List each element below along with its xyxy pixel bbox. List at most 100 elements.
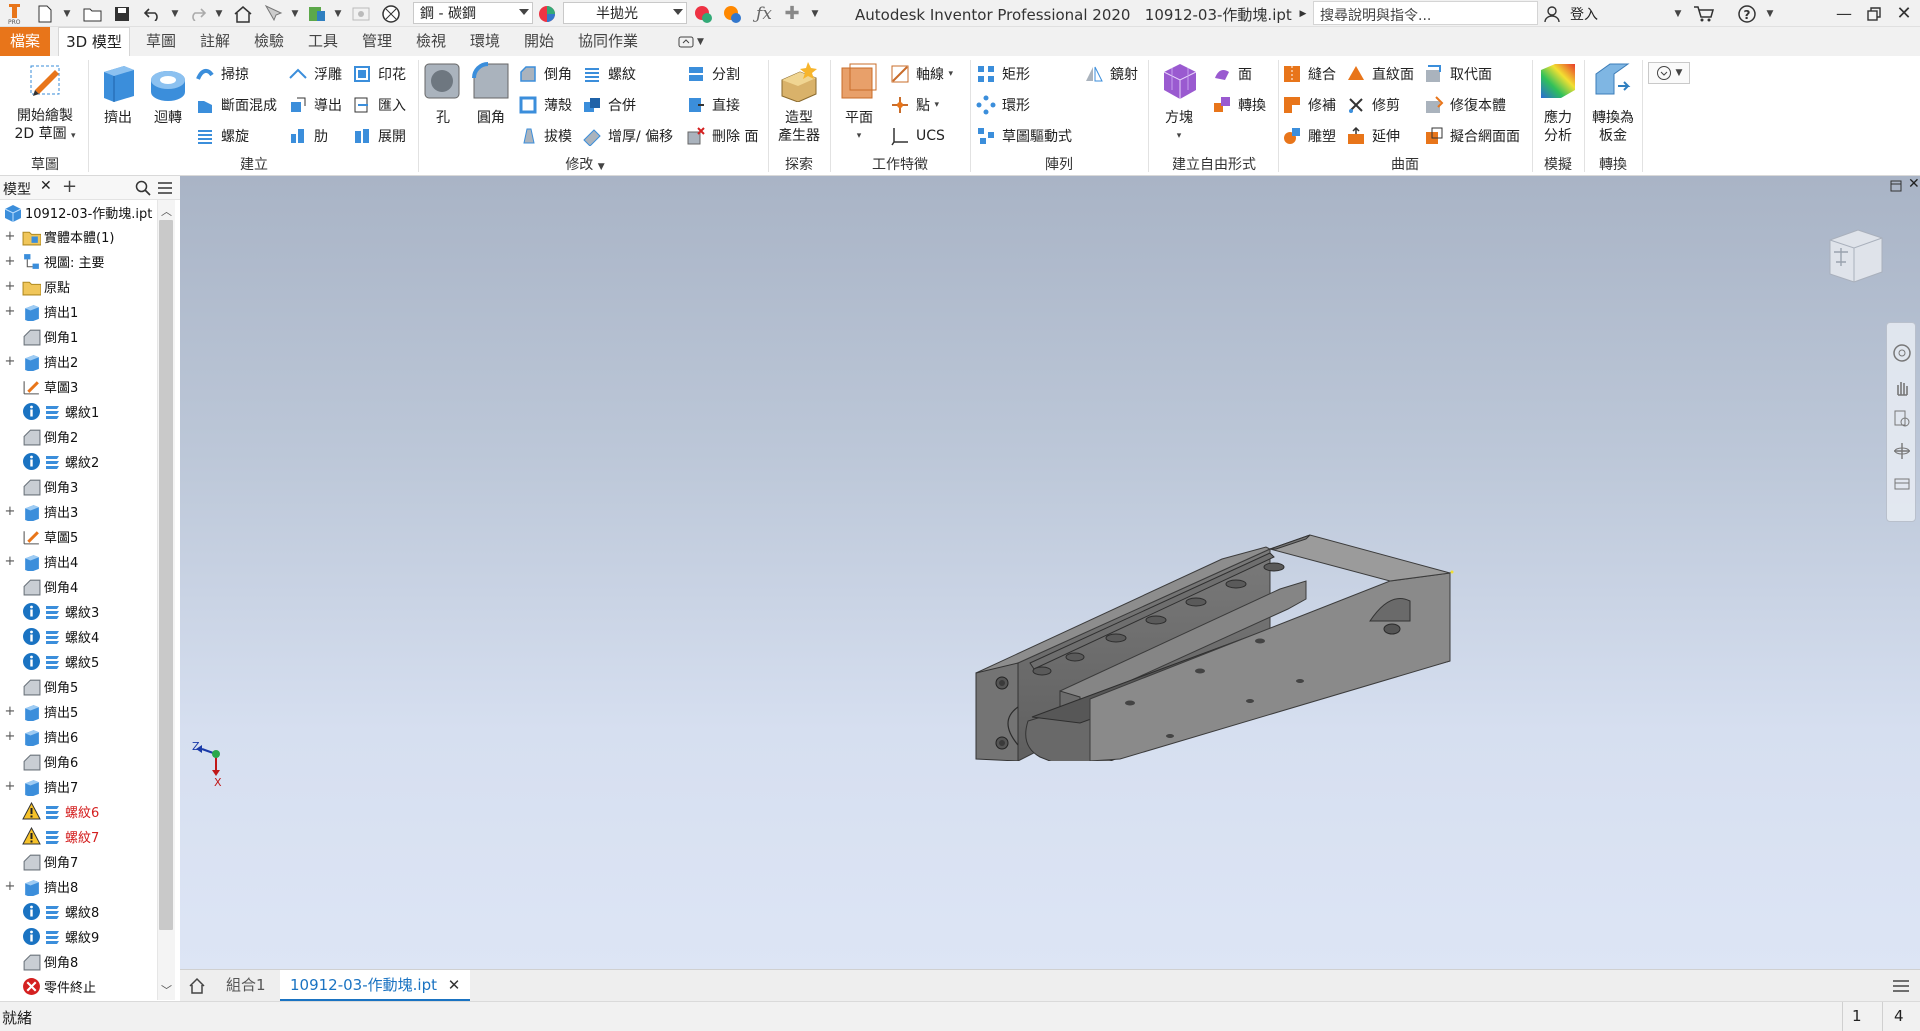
update-icon[interactable] bbox=[306, 3, 328, 24]
freeform-box-button[interactable]: 方塊 ▾ bbox=[1154, 60, 1204, 145]
adjust-appearance-icon[interactable] bbox=[691, 3, 715, 24]
select-icon[interactable] bbox=[262, 3, 284, 24]
rectangular-pattern-button[interactable]: 矩形 bbox=[976, 64, 1030, 84]
browser-node[interactable]: + 擠出2 bbox=[0, 349, 160, 374]
freeform-convert-button[interactable]: 轉換 bbox=[1212, 95, 1266, 115]
browser-node[interactable]: 草圖5 bbox=[0, 524, 160, 549]
browser-node[interactable]: 螺紋6 bbox=[0, 799, 160, 824]
browser-node[interactable]: + 擠出4 bbox=[0, 549, 160, 574]
mirror-button[interactable]: 鏡射 bbox=[1084, 64, 1138, 84]
tab-collaborate[interactable]: 協同作業 bbox=[570, 27, 646, 56]
browser-node[interactable]: + 實體本體(1) bbox=[0, 224, 160, 249]
restore-icon[interactable] bbox=[1864, 3, 1884, 24]
panel-options-dropdown[interactable]: ▼ bbox=[1648, 62, 1690, 84]
cart-icon[interactable] bbox=[1692, 3, 1716, 24]
part-model-3d[interactable] bbox=[970, 491, 1460, 761]
unwrap-button[interactable]: 展開 bbox=[352, 126, 406, 146]
browser-node[interactable]: 倒角5 bbox=[0, 674, 160, 699]
expand-plus-icon[interactable]: + bbox=[4, 729, 16, 744]
material-select[interactable]: 鋼 - 碳鋼 bbox=[413, 2, 533, 24]
extend-button[interactable]: 延伸 bbox=[1346, 126, 1400, 146]
stress-analysis-button[interactable]: 應力 分析 bbox=[1536, 60, 1580, 145]
tab-view[interactable]: 檢視 bbox=[408, 27, 454, 56]
new-file-icon[interactable] bbox=[34, 3, 56, 24]
thicken-offset-button[interactable]: 增厚/ 偏移 bbox=[582, 126, 673, 146]
draft-button[interactable]: 拔模 bbox=[518, 126, 572, 146]
group-label-modify[interactable]: 修改 ▼ bbox=[520, 154, 650, 174]
repair-bodies-button[interactable]: 修復本體 bbox=[1424, 95, 1506, 115]
fillet-button[interactable]: 圓角 bbox=[470, 60, 512, 127]
extrude-button[interactable]: 擠出 bbox=[95, 60, 141, 127]
loft-button[interactable]: 斷面混成 bbox=[195, 95, 277, 115]
tab-inspect[interactable]: 檢驗 bbox=[246, 27, 292, 56]
browser-node[interactable]: + 擠出3 bbox=[0, 499, 160, 524]
measure-icon[interactable] bbox=[350, 3, 372, 24]
pan-hand-icon[interactable] bbox=[1892, 377, 1912, 397]
ribbon-display-toggle[interactable]: ▼ bbox=[672, 33, 710, 51]
rib-button[interactable]: 肋 bbox=[288, 126, 328, 146]
viewcube-icon[interactable] bbox=[1822, 224, 1888, 290]
stitch-button[interactable]: 縫合 bbox=[1282, 64, 1336, 84]
shape-generator-button[interactable]: 造型 產生器 bbox=[772, 60, 826, 145]
expand-plus-icon[interactable]: + bbox=[4, 254, 16, 269]
browser-node[interactable]: + 擠出7 bbox=[0, 774, 160, 799]
plane-button[interactable]: 平面 ▾ bbox=[834, 60, 884, 145]
zoom-icon[interactable] bbox=[1892, 409, 1912, 429]
ruled-surface-button[interactable]: 直紋面 bbox=[1346, 64, 1414, 84]
undo-icon[interactable] bbox=[142, 3, 164, 24]
tab-file[interactable]: 檔案 bbox=[0, 27, 50, 56]
tab-environments[interactable]: 環境 bbox=[462, 27, 508, 56]
axis-button[interactable]: 軸線 ▾ bbox=[890, 64, 953, 84]
browser-node[interactable]: + 擠出1 bbox=[0, 299, 160, 324]
browser-node[interactable]: 螺紋7 bbox=[0, 824, 160, 849]
patch-button[interactable]: 修補 bbox=[1282, 95, 1336, 115]
look-at-icon[interactable] bbox=[1892, 473, 1912, 493]
close-icon[interactable]: ✕ bbox=[448, 976, 461, 994]
add-icon[interactable]: ✚ bbox=[782, 3, 802, 24]
start-2d-sketch-button[interactable]: 開始繪製 2D 草圖 ▾ bbox=[6, 60, 84, 145]
browser-node[interactable]: 倒角1 bbox=[0, 324, 160, 349]
chevron-down-icon[interactable]: ▼ bbox=[333, 3, 343, 24]
browser-node[interactable]: 倒角2 bbox=[0, 424, 160, 449]
emboss-button[interactable]: 浮雕 bbox=[288, 64, 342, 84]
point-button[interactable]: 點 ▾ bbox=[890, 95, 939, 115]
browser-node[interactable]: 倒角4 bbox=[0, 574, 160, 599]
trim-button[interactable]: 修剪 bbox=[1346, 95, 1400, 115]
expand-plus-icon[interactable]: + bbox=[4, 504, 16, 519]
document-menu-icon[interactable] bbox=[1892, 979, 1910, 993]
expand-plus-icon[interactable]: + bbox=[4, 879, 16, 894]
chevron-down-icon[interactable]: ▼ bbox=[290, 3, 300, 24]
chevron-down-icon[interactable]: ▼ bbox=[62, 3, 72, 24]
browser-node[interactable]: 螺紋9 bbox=[0, 924, 160, 949]
browser-node[interactable]: + 視圖: 主要 bbox=[0, 249, 160, 274]
browser-node[interactable]: 螺紋8 bbox=[0, 899, 160, 924]
import-button[interactable]: 匯入 bbox=[352, 95, 406, 115]
chevron-down-icon[interactable]: ▼ bbox=[1672, 3, 1684, 24]
scrollbar-thumb[interactable] bbox=[159, 220, 173, 930]
browser-node[interactable]: + 擠出5 bbox=[0, 699, 160, 724]
split-button[interactable]: 分割 bbox=[686, 64, 740, 84]
login-link[interactable]: 登入 bbox=[1570, 4, 1598, 24]
browser-node[interactable]: 倒角3 bbox=[0, 474, 160, 499]
browser-node[interactable]: 螺紋3 bbox=[0, 599, 160, 624]
tab-3d-model[interactable]: 3D 模型 bbox=[58, 27, 130, 56]
browser-node[interactable]: 螺紋5 bbox=[0, 649, 160, 674]
expand-plus-icon[interactable]: + bbox=[4, 554, 16, 569]
replace-face-button[interactable]: 取代面 bbox=[1424, 64, 1492, 84]
browser-node[interactable]: 倒角6 bbox=[0, 749, 160, 774]
viewport-restore-icon[interactable] bbox=[1890, 180, 1902, 192]
expand-plus-icon[interactable]: + bbox=[4, 704, 16, 719]
doc-tab-assembly[interactable]: 組合1 bbox=[226, 970, 266, 1002]
home-icon[interactable] bbox=[188, 977, 206, 995]
chevron-down-icon[interactable]: ▼ bbox=[170, 3, 180, 24]
expand-plus-icon[interactable]: + bbox=[4, 354, 16, 369]
viewport-close-icon[interactable]: ✕ bbox=[1908, 176, 1920, 192]
inventor-logo-icon[interactable]: PRO bbox=[4, 3, 26, 25]
combine-button[interactable]: 合併 bbox=[582, 95, 636, 115]
tab-annotate[interactable]: 註解 bbox=[192, 27, 238, 56]
expand-plus-icon[interactable]: + bbox=[4, 279, 16, 294]
shell-button[interactable]: 薄殼 bbox=[518, 95, 572, 115]
expand-plus-icon[interactable]: + bbox=[4, 779, 16, 794]
browser-node[interactable]: 倒角8 bbox=[0, 949, 160, 974]
parameters-fx-icon[interactable]: ƒx bbox=[752, 3, 776, 24]
